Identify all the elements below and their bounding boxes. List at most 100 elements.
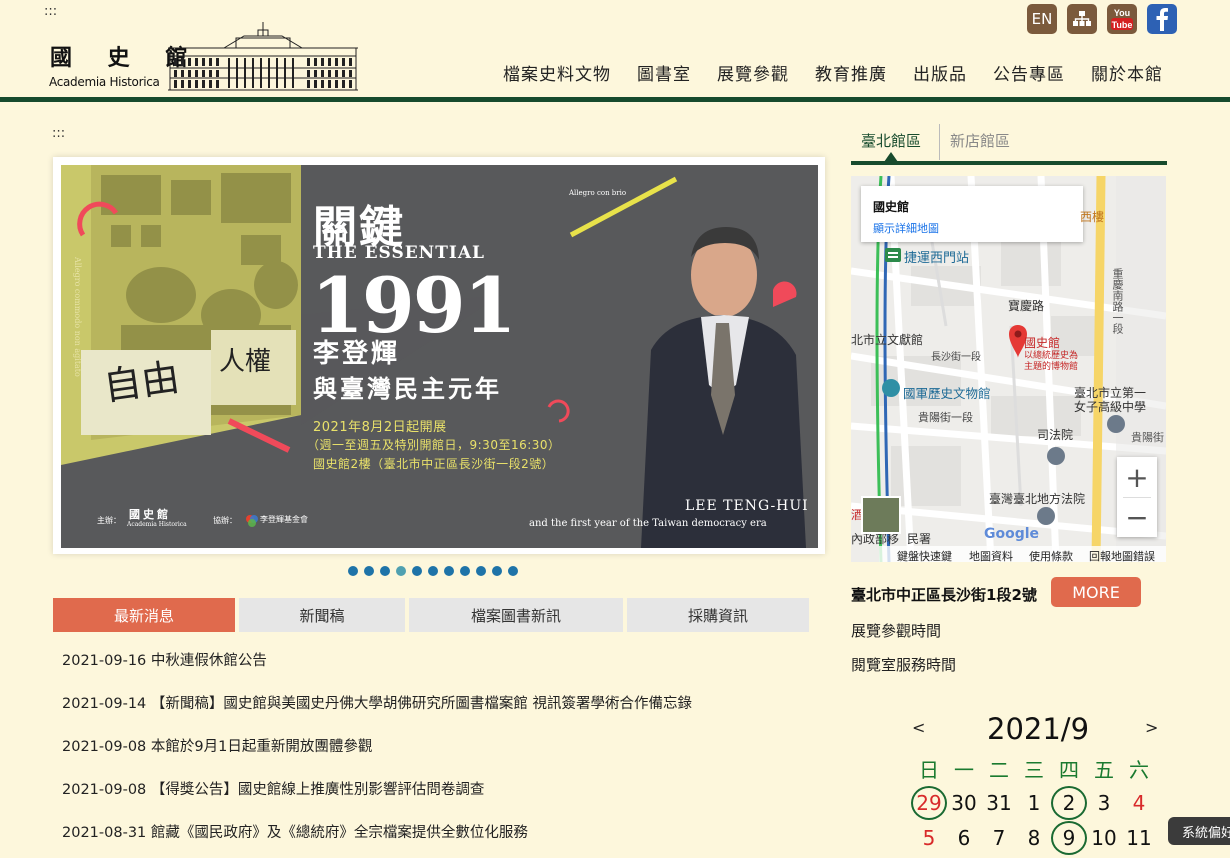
nav-education[interactable]: 教育推廣 xyxy=(815,60,887,85)
carousel-dot[interactable] xyxy=(348,566,358,576)
calendar-weekday: 三 xyxy=(1024,757,1044,782)
calendar-day[interactable]: 4 xyxy=(1121,786,1157,820)
map-label-street2: 貴陽街一段 xyxy=(918,411,973,424)
facebook-button[interactable] xyxy=(1147,4,1177,34)
tab-procurement[interactable]: 採購資訊 xyxy=(627,598,809,632)
nav-archives[interactable]: 檔案史料文物 xyxy=(503,60,611,85)
news-item[interactable]: 2021-09-16 中秋連假休館公告 xyxy=(62,649,267,670)
banner-name-cn: 李登輝 xyxy=(313,339,401,369)
calendar-prev-button[interactable]: < xyxy=(912,718,925,737)
calendar-day[interactable]: 1 xyxy=(1016,786,1052,820)
calendar-day[interactable]: 31 xyxy=(981,786,1017,820)
sitemap-icon xyxy=(1073,11,1091,26)
map-card-title: 國史館 xyxy=(873,200,910,214)
map-footer-report[interactable]: 回報地圖錯誤 xyxy=(1089,548,1155,562)
carousel-dot[interactable] xyxy=(380,566,390,576)
map-footer-terms[interactable]: 使用條款 xyxy=(1029,548,1073,562)
carousel-dot[interactable] xyxy=(492,566,502,576)
carousel-dot[interactable] xyxy=(444,566,454,576)
nav-library[interactable]: 圖書室 xyxy=(637,60,691,85)
nav-announcements[interactable]: 公告專區 xyxy=(993,60,1065,85)
zoom-in-button[interactable]: + xyxy=(1117,457,1157,497)
map-label-road2: 重慶南路一段 xyxy=(1111,268,1124,334)
calendar-day[interactable]: 2 xyxy=(1051,786,1087,820)
banner-host-name: 國史館 xyxy=(129,508,171,521)
youtube-button[interactable]: You Tube xyxy=(1107,4,1137,34)
calendar-day[interactable]: 8 xyxy=(1016,821,1052,855)
carousel-dot[interactable] xyxy=(476,566,486,576)
calendar-weekday: 五 xyxy=(1094,757,1114,782)
address-text: 臺北市中正區長沙街1段2號 xyxy=(851,586,1037,604)
map-label-library: 北市立文獻館 xyxy=(851,333,924,347)
banner-sign-freedom: 自由 xyxy=(100,354,183,410)
tab-latest-news[interactable]: 最新消息 xyxy=(53,598,235,632)
more-button[interactable]: MORE xyxy=(1051,577,1141,607)
satellite-toggle[interactable] xyxy=(861,496,901,534)
calendar-day[interactable]: 29 xyxy=(911,786,947,820)
calendar-title: 2021/9 xyxy=(987,712,1090,746)
banner-title-en: THE ESSENTIAL xyxy=(313,243,485,263)
map-footer-shortcuts[interactable]: 鍵盤快速鍵 xyxy=(897,548,952,562)
banner-co-label: 協辦： xyxy=(213,516,237,525)
calendar-day[interactable]: 5 xyxy=(911,821,947,855)
link-reading-room-hours[interactable]: 閱覽室服務時間 xyxy=(851,654,956,675)
skip-link-main[interactable]: ::: xyxy=(52,126,65,141)
map-card-link[interactable]: 顯示詳細地圖 xyxy=(873,220,939,236)
sitemap-button[interactable] xyxy=(1067,4,1097,34)
banner-subtitle-cn: 與臺灣民主元年 xyxy=(313,374,502,403)
banner-slide[interactable]: 自由 人權 Allegro commodo non agitato Allegr… xyxy=(61,165,818,548)
map-poi-desc2: 主題的博物館 xyxy=(1024,362,1079,372)
banner-tag: Allegro con brio xyxy=(569,189,627,197)
calendar-day[interactable]: 10 xyxy=(1086,821,1122,855)
tab-archive-news[interactable]: 檔案圖書新訊 xyxy=(409,598,623,632)
branch-tab-underline xyxy=(851,161,1167,165)
news-item[interactable]: 2021-09-08 【得獎公告】國史館線上推廣性別影響評估問卷調查 xyxy=(62,778,484,799)
news-item[interactable]: 2021-09-14 【新聞稿】國史館與美國史丹佛大學胡佛研究所圖書檔案館 視訊… xyxy=(62,692,692,713)
building-illustration xyxy=(168,22,358,91)
language-label: EN xyxy=(1031,10,1053,28)
map-label-street: 長沙街一段 xyxy=(931,352,981,363)
carousel-dot[interactable] xyxy=(396,566,406,576)
calendar-day[interactable]: 6 xyxy=(946,821,982,855)
map-label-street3: 貴陽街 xyxy=(1131,431,1164,444)
location-map[interactable]: 國史館 顯示詳細地圖 西樓 捷運西門站 寶慶路 北市立文獻館 長沙街一段 國史館… xyxy=(851,176,1166,562)
banner-subtitle-en: and the first year of the Taiwan democra… xyxy=(529,518,767,529)
carousel-dot[interactable] xyxy=(364,566,374,576)
map-label-museum: 國軍歷史文物館 xyxy=(903,386,991,401)
calendar-next-button[interactable]: > xyxy=(1145,718,1158,737)
tab-press-releases[interactable]: 新聞稿 xyxy=(239,598,405,632)
tab-xindian-branch[interactable]: 新店館區 xyxy=(950,130,1010,151)
calendar-day[interactable]: 7 xyxy=(981,821,1017,855)
nav-exhibitions[interactable]: 展覽參觀 xyxy=(717,60,789,85)
google-logo: Google xyxy=(984,526,1040,542)
tab-taipei-branch[interactable]: 臺北館區 xyxy=(861,130,921,151)
news-item[interactable]: 2021-08-31 館藏《國民政府》及《總統府》全宗檔案提供全數位化服務 xyxy=(62,821,528,842)
link-exhibition-hours[interactable]: 展覽參觀時間 xyxy=(851,620,941,641)
banner-carousel[interactable]: 自由 人權 Allegro commodo non agitato Allegr… xyxy=(53,157,825,554)
skip-link-top[interactable]: ::: xyxy=(44,4,57,19)
news-item[interactable]: 2021-09-08 本館於9月1日起重新開放團體參觀 xyxy=(62,735,372,756)
language-en-button[interactable]: EN xyxy=(1027,4,1057,34)
banner-host-en: Academia Historica xyxy=(127,521,187,528)
map-label-school2: 女子高級中學 xyxy=(1074,400,1147,414)
carousel-dot[interactable] xyxy=(460,566,470,576)
calendar-day[interactable]: 3 xyxy=(1086,786,1122,820)
calendar-weekday: 四 xyxy=(1059,757,1079,782)
calendar-weekday: 一 xyxy=(954,757,974,782)
calendar-day[interactable]: 9 xyxy=(1051,821,1087,855)
map-footer-data[interactable]: 地圖資料 xyxy=(969,548,1013,562)
nav-publications[interactable]: 出版品 xyxy=(913,60,967,85)
carousel-dot[interactable] xyxy=(412,566,422,576)
main-nav: 檔案史料文物 圖書室 展覽參觀 教育推廣 出版品 公告專區 關於本館 xyxy=(490,60,1176,85)
calendar-day[interactable]: 11 xyxy=(1121,821,1157,855)
status-tooltip[interactable]: 系統偏好 xyxy=(1168,817,1230,845)
site-logo[interactable]: 國 史 館 Academia Historica xyxy=(48,22,363,94)
carousel-dots xyxy=(348,566,524,576)
zoom-out-button[interactable]: − xyxy=(1117,497,1157,537)
banner-name-en: LEE TENG-HUI xyxy=(685,498,809,514)
carousel-dot[interactable] xyxy=(508,566,518,576)
carousel-dot[interactable] xyxy=(428,566,438,576)
calendar-day[interactable]: 30 xyxy=(946,786,982,820)
nav-about[interactable]: 關於本館 xyxy=(1091,60,1163,85)
banner-host-label: 主辦： xyxy=(97,516,121,525)
